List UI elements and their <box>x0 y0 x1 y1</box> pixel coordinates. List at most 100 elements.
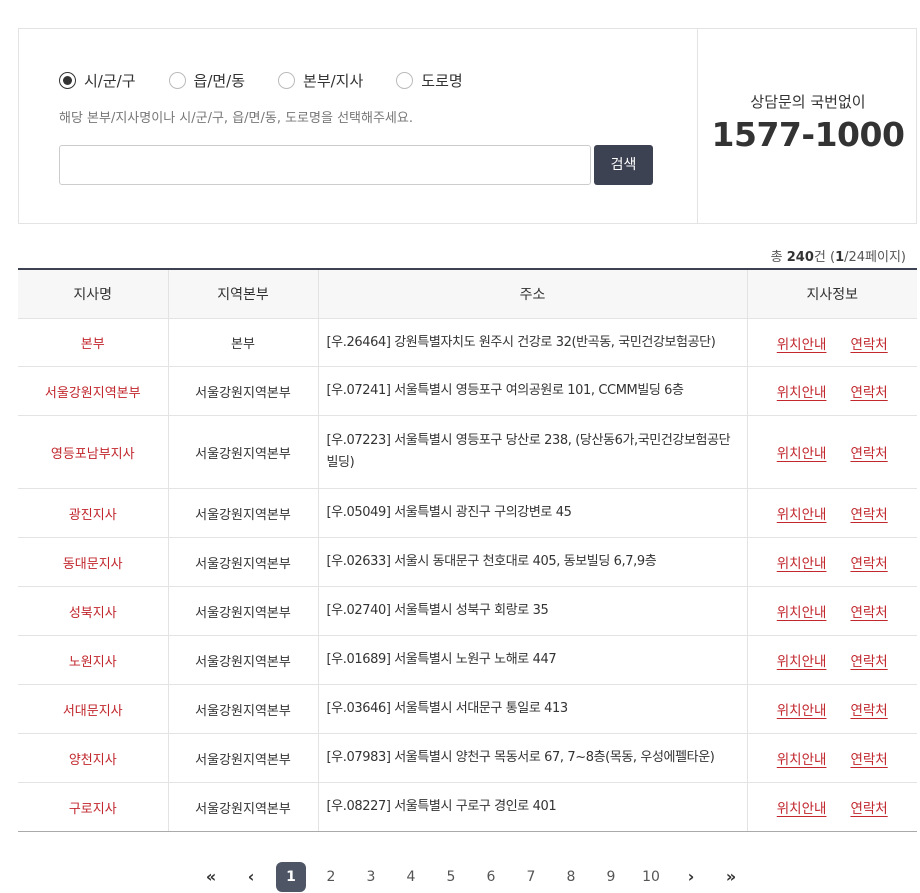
radio-circle-icon[interactable] <box>396 72 414 89</box>
radio-label: 도로명 <box>421 72 463 90</box>
radio-label: 시/군/구 <box>84 72 136 90</box>
table-row: 노원지사 서울강원지역본부 [우.01689] 서울특별시 노원구 노해로 44… <box>18 635 917 685</box>
branch-address: [우.07241] 서울특별시 영등포구 여의공원로 101, CCMM빌딩 6… <box>317 366 747 416</box>
page-link-10[interactable]: 10 <box>636 862 666 892</box>
branch-info: 위치안내 연락처 <box>746 782 917 832</box>
branch-name: 본부 <box>18 318 168 367</box>
branch-region: 서울강원지역본부 <box>167 586 318 636</box>
page-link-4[interactable]: 4 <box>396 862 426 892</box>
branch-address: [우.02740] 서울특별시 성북구 회랑로 35 <box>317 586 747 636</box>
search-button[interactable]: 검색 <box>594 145 653 185</box>
radio-label: 본부/지사 <box>303 72 364 90</box>
branch-address: [우.07223] 서울특별시 영등포구 당산로 238, (당산동6가,국민건… <box>317 415 747 489</box>
header-region: 지역본부 <box>167 269 318 319</box>
table-row: 서대문지사 서울강원지역본부 [우.03646] 서울특별시 서대문구 통일로 … <box>18 684 917 734</box>
search-form: 시/군/구 읍/면/동 본부/지사 도로명 해당 본부/지사명이나 시/군/구,… <box>19 29 697 223</box>
branch-name: 양천지사 <box>18 733 168 783</box>
table-row: 영등포남부지사 서울강원지역본부 [우.07223] 서울특별시 영등포구 당산… <box>18 415 917 489</box>
radio-road-name[interactable]: 도로명 <box>396 70 463 91</box>
current-page: 1 <box>835 250 845 265</box>
location-link[interactable]: 위치안내 <box>777 556 827 572</box>
branch-table: 지사명 지역본부 주소 지사정보 본부 본부 [우.26464] 강원특별자치도… <box>18 268 917 832</box>
location-link[interactable]: 위치안내 <box>777 605 827 621</box>
last-page-icon[interactable]: » <box>716 862 746 892</box>
header-branch-info: 지사정보 <box>746 269 917 319</box>
radio-label: 읍/면/동 <box>193 72 246 90</box>
summary-prefix: 총 <box>770 250 787 265</box>
branch-address: [우.08227] 서울특별시 구로구 경인로 401 <box>317 782 747 832</box>
page-link-5[interactable]: 5 <box>436 862 466 892</box>
page-link-6[interactable]: 6 <box>476 862 506 892</box>
branch-name: 광진지사 <box>18 488 168 538</box>
radio-sigungu[interactable]: 시/군/구 <box>59 70 136 91</box>
location-link[interactable]: 위치안내 <box>777 752 827 768</box>
contact-link[interactable]: 연락처 <box>850 605 887 621</box>
branch-address: [우.07983] 서울특별시 양천구 목동서로 67, 7~8층(목동, 우성… <box>317 733 747 783</box>
branch-info: 위치안내 연락처 <box>746 488 917 538</box>
branch-region: 서울강원지역본부 <box>167 366 318 416</box>
branch-region: 서울강원지역본부 <box>167 733 318 783</box>
search-hint: 해당 본부/지사명이나 시/군/구, 읍/면/동, 도로명을 선택해주세요. <box>59 111 413 126</box>
radio-branch[interactable]: 본부/지사 <box>278 70 363 91</box>
contact-link[interactable]: 연락처 <box>850 801 887 817</box>
branch-name: 성북지사 <box>18 586 168 636</box>
contact-link[interactable]: 연락처 <box>850 337 887 353</box>
table-row: 성북지사 서울강원지역본부 [우.02740] 서울특별시 성북구 회랑로 35… <box>18 586 917 636</box>
contact-link[interactable]: 연락처 <box>850 752 887 768</box>
radio-circle-icon[interactable] <box>168 72 186 89</box>
search-panel: 시/군/구 읍/면/동 본부/지사 도로명 해당 본부/지사명이나 시/군/구,… <box>18 28 917 224</box>
branch-name: 서대문지사 <box>18 684 168 734</box>
branch-address: [우.01689] 서울특별시 노원구 노해로 447 <box>317 635 747 685</box>
branch-region: 서울강원지역본부 <box>167 684 318 734</box>
table-row: 동대문지사 서울강원지역본부 [우.02633] 서울시 동대문구 천호대로 4… <box>18 537 917 587</box>
location-link[interactable]: 위치안내 <box>777 654 827 670</box>
branch-region: 본부 <box>167 318 318 367</box>
contact-panel: 상담문의 국번없이 1577-1000 <box>697 29 918 223</box>
branch-name: 영등포남부지사 <box>18 415 168 489</box>
branch-region: 서울강원지역본부 <box>167 415 318 489</box>
branch-info: 위치안내 연락처 <box>746 733 917 783</box>
table-row: 광진지사 서울강원지역본부 [우.05049] 서울특별시 광진구 구의강변로 … <box>18 488 917 538</box>
contact-link[interactable]: 연락처 <box>850 654 887 670</box>
contact-link[interactable]: 연락처 <box>850 507 887 523</box>
contact-link[interactable]: 연락처 <box>850 556 887 572</box>
location-link[interactable]: 위치안내 <box>777 801 827 817</box>
location-link[interactable]: 위치안내 <box>777 507 827 523</box>
summary-suffix: /24페이지) <box>844 250 906 265</box>
branch-name: 동대문지사 <box>18 537 168 587</box>
search-input[interactable] <box>59 145 591 185</box>
location-link[interactable]: 위치안내 <box>777 385 827 401</box>
branch-name: 구로지사 <box>18 782 168 832</box>
branch-address: [우.03646] 서울특별시 서대문구 통일로 413 <box>317 684 747 734</box>
branch-region: 서울강원지역본부 <box>167 537 318 587</box>
page-link-8[interactable]: 8 <box>556 862 586 892</box>
location-link[interactable]: 위치안내 <box>777 703 827 719</box>
branch-region: 서울강원지역본부 <box>167 488 318 538</box>
location-link[interactable]: 위치안내 <box>777 337 827 353</box>
branch-address: [우.05049] 서울특별시 광진구 구의강변로 45 <box>317 488 747 538</box>
page-link-9[interactable]: 9 <box>596 862 626 892</box>
prev-page-icon[interactable]: ‹ <box>236 862 266 892</box>
table-row: 구로지사 서울강원지역본부 [우.08227] 서울특별시 구로구 경인로 40… <box>18 782 917 832</box>
page-link-3[interactable]: 3 <box>356 862 386 892</box>
next-page-icon[interactable]: › <box>676 862 706 892</box>
first-page-icon[interactable]: « <box>196 862 226 892</box>
radio-circle-icon[interactable] <box>278 72 296 89</box>
total-count: 240 <box>786 250 814 265</box>
result-summary: 총 240건 (1/24페이지) <box>771 246 906 265</box>
contact-link[interactable]: 연락처 <box>850 703 887 719</box>
table-row: 양천지사 서울강원지역본부 [우.07983] 서울특별시 양천구 목동서로 6… <box>18 733 917 783</box>
radio-circle-icon[interactable] <box>59 72 76 89</box>
radio-eupmyeondong[interactable]: 읍/면/동 <box>168 70 246 91</box>
table-header-row: 지사명 지역본부 주소 지사정보 <box>18 269 917 319</box>
branch-region: 서울강원지역본부 <box>167 782 318 832</box>
page-link-7[interactable]: 7 <box>516 862 546 892</box>
page-link-2[interactable]: 2 <box>316 862 346 892</box>
branch-address: [우.02633] 서울시 동대문구 천호대로 405, 동보빌딩 6,7,9층 <box>317 537 747 587</box>
contact-link[interactable]: 연락처 <box>850 446 887 462</box>
contact-link[interactable]: 연락처 <box>850 385 887 401</box>
page-link-1[interactable]: 1 <box>276 862 306 892</box>
branch-region: 서울강원지역본부 <box>167 635 318 685</box>
search-type-radio-group: 시/군/구 읍/면/동 본부/지사 도로명 <box>59 70 496 91</box>
location-link[interactable]: 위치안내 <box>777 446 827 462</box>
